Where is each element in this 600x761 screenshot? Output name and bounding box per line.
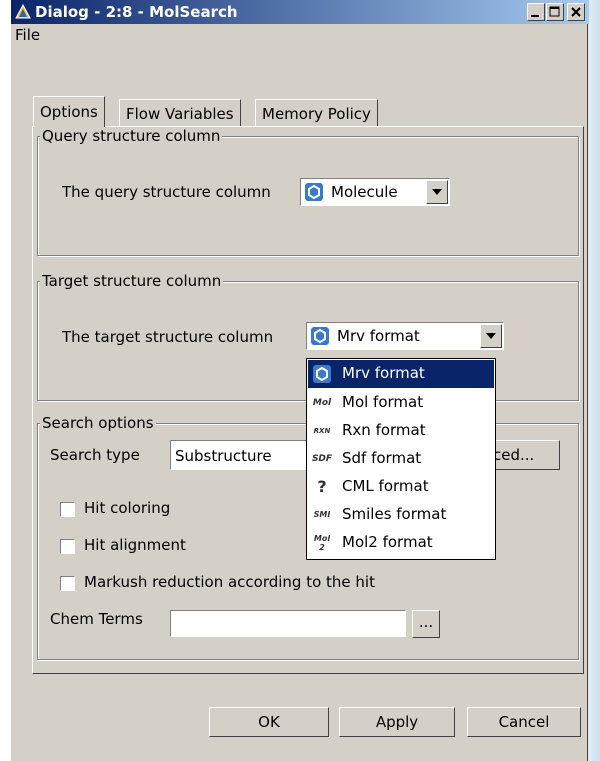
apply-label: Apply: [375, 713, 419, 731]
smi-icon: SMI: [313, 510, 331, 519]
close-icon: [571, 7, 581, 17]
cancel-label: Cancel: [498, 713, 550, 731]
chem-terms-input[interactable]: [170, 610, 406, 637]
ok-label: OK: [258, 713, 280, 731]
mol-icon: Mol: [312, 398, 332, 408]
advanced-label: ced...: [493, 446, 535, 464]
chevron-down-icon[interactable]: [480, 324, 502, 348]
menu-file[interactable]: File: [15, 26, 40, 44]
dropdown-item-label: Rxn format: [342, 421, 426, 439]
group-title: Target structure column: [40, 272, 224, 290]
sdf-icon: SDF: [311, 454, 333, 464]
molecule-ring-icon: [305, 183, 323, 201]
chem-terms-browse-button[interactable]: ...: [412, 610, 440, 638]
dropdown-item-label: CML format: [342, 477, 429, 495]
markush-checkbox[interactable]: [60, 576, 75, 591]
group-title: Search options: [40, 414, 156, 432]
title-bar[interactable]: Dialog - 2:8 - MolSearch: [11, 0, 589, 24]
hit-alignment-label: Hit alignment: [84, 536, 186, 554]
minimize-icon: [531, 15, 539, 17]
target-format-dropdown: Mrv format Mol Mol format RXN Rxn format…: [306, 358, 496, 560]
markush-label: Markush reduction according to the hit: [84, 573, 375, 591]
target-column-label: The target structure column: [62, 328, 274, 346]
query-column-select[interactable]: Molecule: [300, 178, 450, 206]
dropdown-item-mrv[interactable]: Mrv format: [308, 360, 494, 388]
window-title: Dialog - 2:8 - MolSearch: [35, 3, 238, 21]
molecule-ring-icon: [313, 365, 331, 383]
tab-label: Options: [40, 103, 98, 121]
query-column-value: Molecule: [331, 183, 398, 201]
chevron-down-icon[interactable]: [426, 180, 448, 204]
minimize-button[interactable]: [527, 3, 545, 21]
browse-label: ...: [418, 613, 434, 631]
dialog-window: Dialog - 2:8 - MolSearch File Options Fl…: [10, 0, 589, 761]
dropdown-item-smiles[interactable]: SMI Smiles format: [308, 501, 494, 529]
tab-flow-variables[interactable]: Flow Variables: [119, 99, 241, 127]
maximize-button[interactable]: [546, 3, 564, 21]
hit-coloring-checkbox[interactable]: [60, 502, 75, 517]
dropdown-item-label: Sdf format: [342, 449, 422, 467]
dropdown-item-cml[interactable]: ? CML format: [308, 473, 494, 501]
apply-button[interactable]: Apply: [339, 707, 455, 737]
tab-options[interactable]: Options: [33, 96, 105, 127]
close-button[interactable]: [567, 3, 585, 21]
group-title: Query structure column: [40, 127, 223, 145]
dropdown-item-label: Mol format: [342, 393, 424, 411]
search-type-value: Substructure: [175, 447, 272, 465]
cancel-button[interactable]: Cancel: [467, 707, 581, 737]
query-structure-group: Query structure column The query structu…: [37, 127, 579, 256]
search-type-select[interactable]: Substructure: [170, 440, 320, 470]
target-column-select[interactable]: Mrv format: [306, 322, 504, 350]
hit-alignment-checkbox[interactable]: [60, 539, 75, 554]
dropdown-item-rxn[interactable]: RXN Rxn format: [308, 417, 494, 445]
dropdown-item-mol[interactable]: Mol Mol format: [308, 389, 494, 417]
target-column-value: Mrv format: [337, 327, 420, 345]
dropdown-item-label: Mol2 format: [342, 533, 433, 551]
chem-terms-label: Chem Terms: [50, 610, 143, 628]
tab-label: Flow Variables: [126, 105, 234, 123]
hit-coloring-label: Hit coloring: [84, 499, 171, 517]
tab-memory-policy[interactable]: Memory Policy: [255, 99, 378, 127]
dropdown-item-label: Smiles format: [342, 505, 447, 523]
molecule-ring-icon: [311, 327, 329, 345]
rxn-icon: RXN: [313, 427, 331, 435]
search-type-label: Search type: [50, 446, 140, 464]
dropdown-item-label: Mrv format: [342, 364, 425, 382]
app-icon: [15, 4, 31, 19]
question-icon: ?: [317, 477, 327, 496]
dropdown-item-sdf[interactable]: SDF Sdf format: [308, 445, 494, 473]
mol2-icon: Mol 2: [313, 534, 331, 552]
tab-label: Memory Policy: [262, 105, 371, 123]
maximize-icon: [549, 6, 560, 17]
dropdown-item-mol2[interactable]: Mol 2 Mol2 format: [308, 529, 494, 557]
menu-bar: File: [11, 24, 589, 46]
query-column-label: The query structure column: [62, 183, 271, 201]
ok-button[interactable]: OK: [209, 707, 329, 737]
